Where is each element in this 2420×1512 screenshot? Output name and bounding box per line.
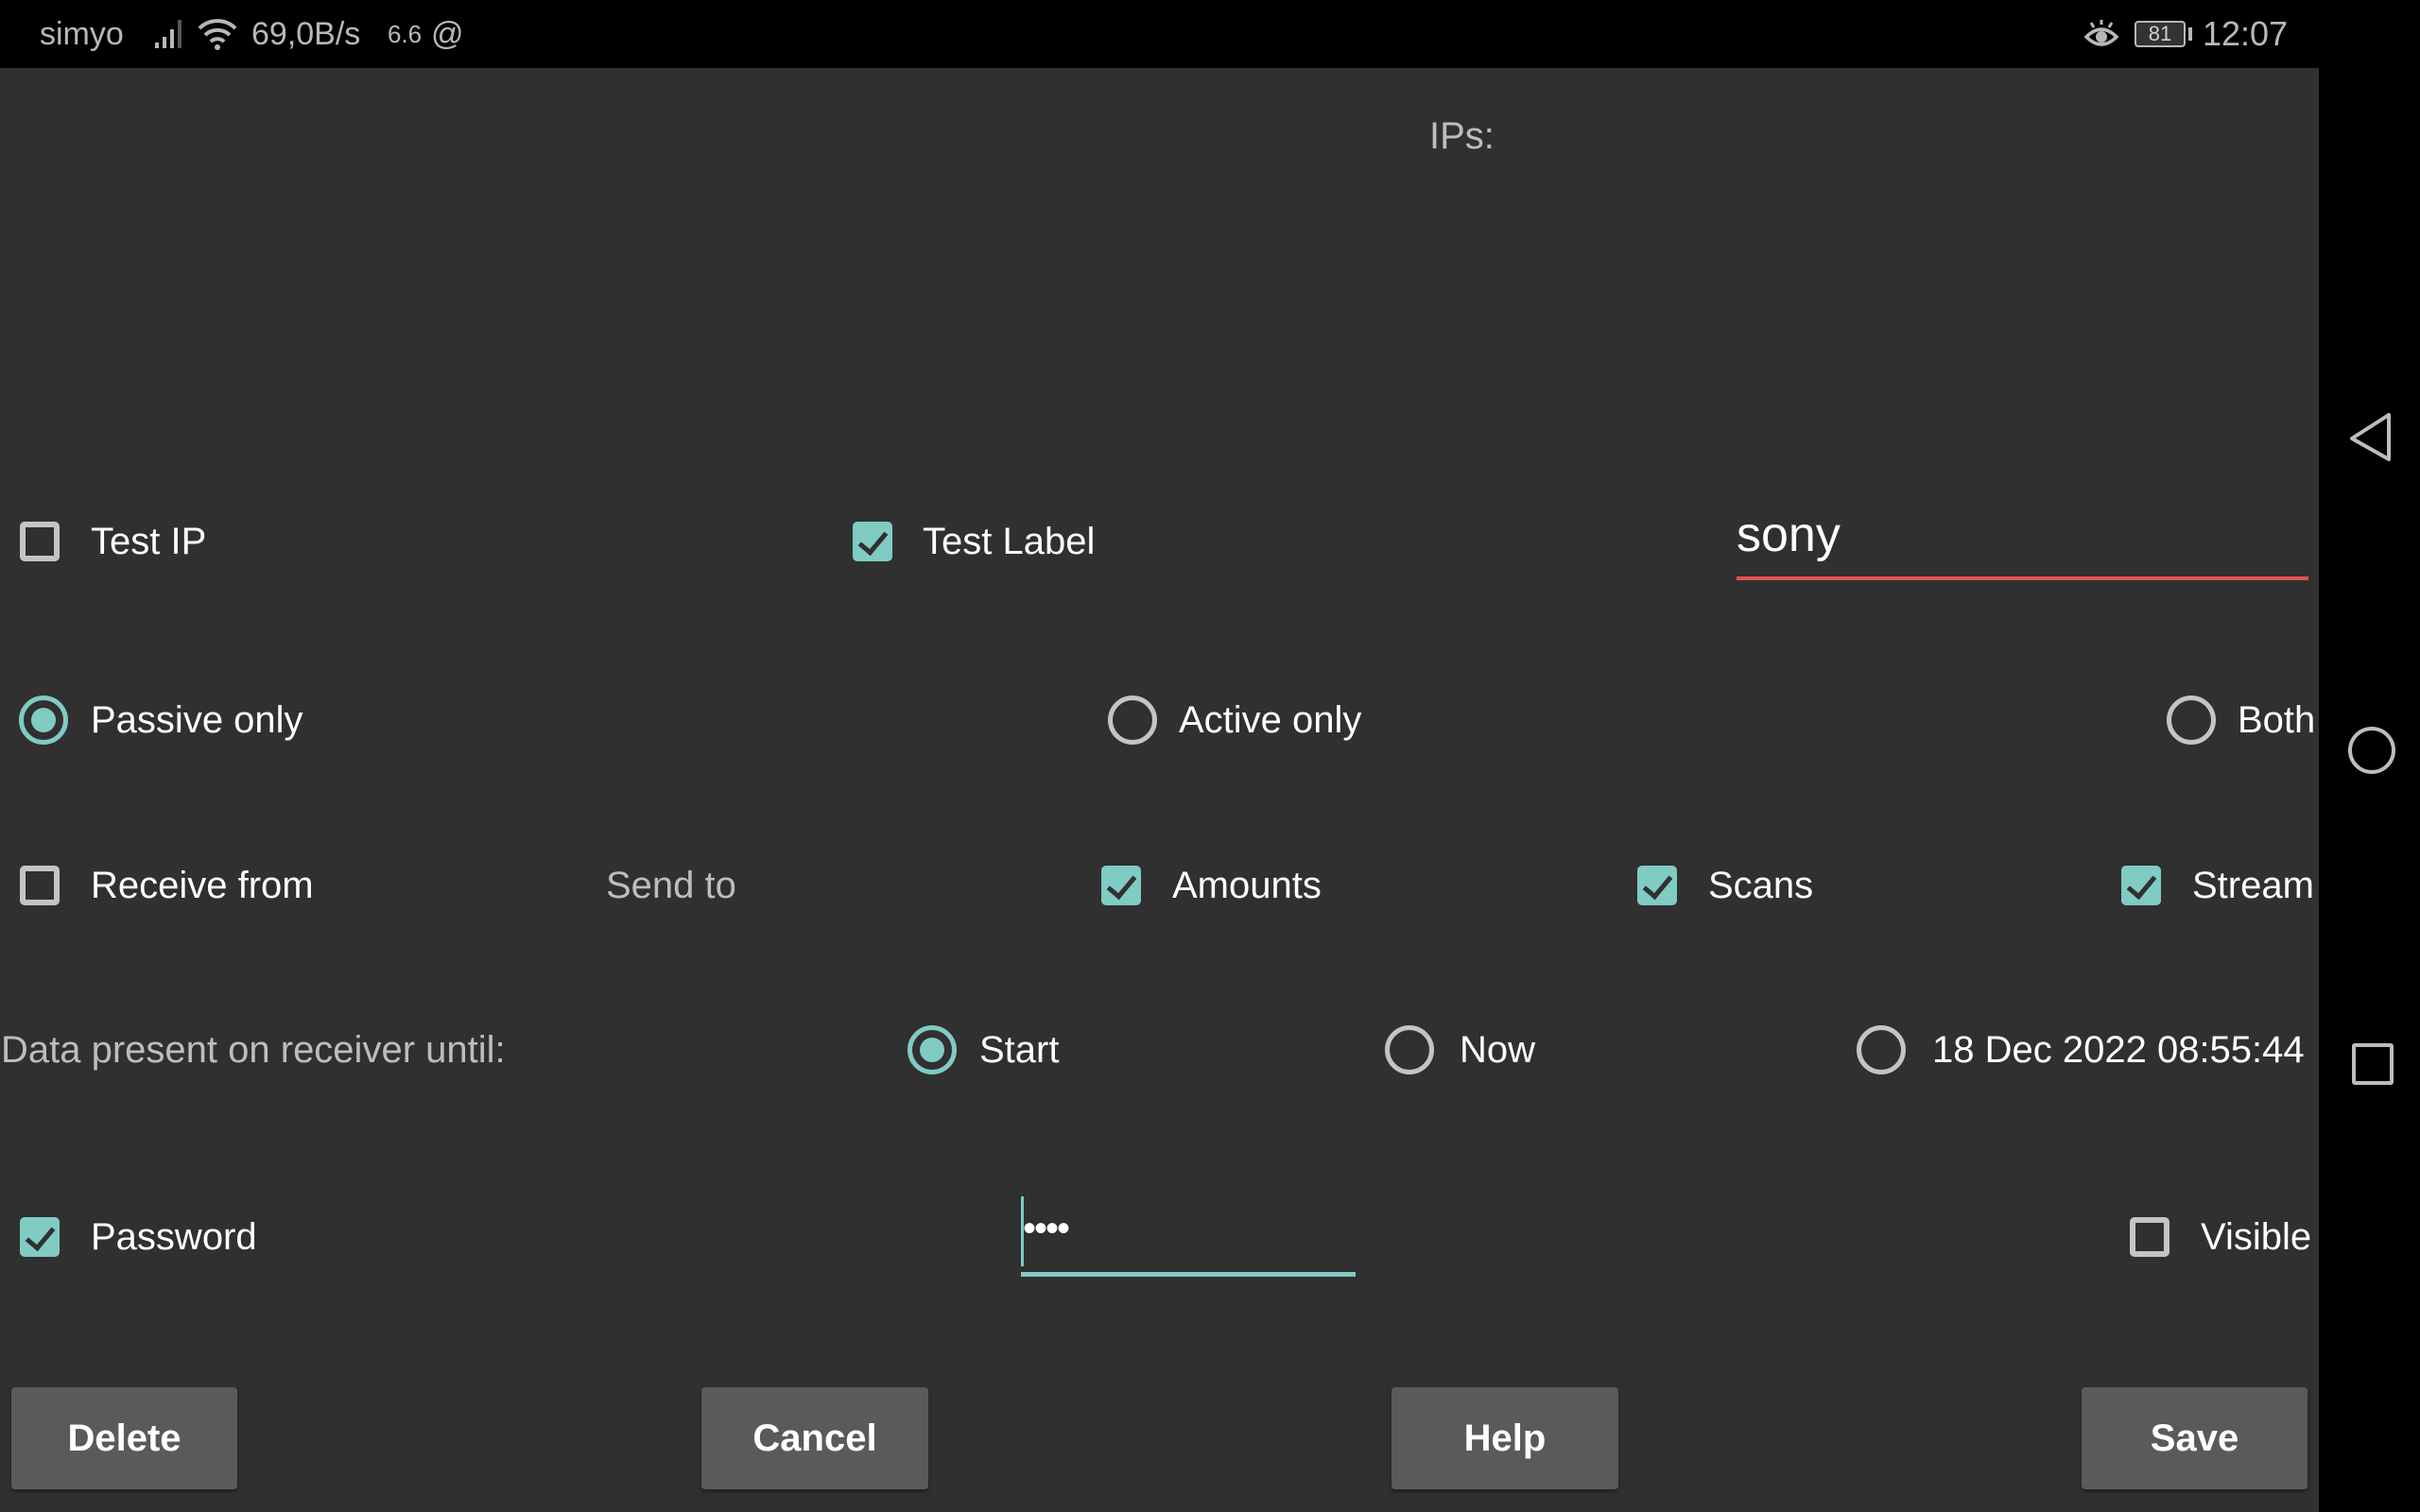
radio-active-only-label: Active only (1179, 699, 1362, 741)
at-icon: @ (431, 15, 464, 52)
radio-start-label: Start (979, 1029, 1060, 1071)
checkbox-checked-icon (20, 1217, 60, 1257)
radio-selected-icon (908, 1025, 957, 1074)
radio-now[interactable]: Now (1365, 1007, 1649, 1092)
test-ip-checkbox[interactable]: Test IP (0, 499, 378, 584)
checkbox-unchecked-icon (20, 866, 60, 905)
radio-unselected-icon (1108, 696, 1157, 745)
delete-button[interactable]: Delete (11, 1387, 237, 1489)
visible-checkbox[interactable]: Visible (2108, 1194, 2319, 1280)
label-input[interactable]: sony (1737, 495, 2308, 580)
net-speed: 69,0B/s (251, 15, 361, 52)
radio-passive-only[interactable]: Passive only (0, 678, 378, 763)
test-ip-label: Test IP (91, 521, 207, 562)
test-label-label: Test Label (923, 521, 1096, 562)
radio-unselected-icon (1385, 1025, 1434, 1074)
receive-from-checkbox[interactable]: Receive from (0, 843, 378, 928)
save-button[interactable]: Save (2082, 1387, 2308, 1489)
stream-checkbox[interactable]: Stream (2100, 843, 2319, 928)
send-to-label: Send to (606, 865, 736, 906)
test-label-checkbox[interactable]: Test Label (832, 499, 1210, 584)
radio-date[interactable]: 18 Dec 2022 08:55:44 (1836, 1007, 2319, 1092)
eye-icon (2083, 0, 2119, 68)
wifi-icon (197, 0, 238, 68)
radio-start[interactable]: Start (889, 1007, 1172, 1092)
back-icon[interactable] (2347, 410, 2394, 467)
radio-passive-only-label: Passive only (91, 699, 303, 741)
radio-selected-icon (19, 696, 68, 745)
checkbox-unchecked-icon (20, 522, 60, 561)
scans-checkbox[interactable]: Scans (1616, 843, 1995, 928)
scans-label: Scans (1708, 865, 1814, 906)
password-input[interactable]: •••• (1021, 1193, 1356, 1277)
clock: 12:07 (2203, 14, 2289, 53)
radio-unselected-icon (1857, 1025, 1906, 1074)
checkbox-checked-icon (853, 522, 892, 561)
radio-active-only[interactable]: Active only (1087, 678, 1465, 763)
password-value: •••• (1023, 1208, 1070, 1249)
radio-now-label: Now (1460, 1029, 1536, 1071)
visible-label: Visible (2201, 1216, 2312, 1258)
battery-icon: 81 (2135, 0, 2192, 68)
password-label: Password (91, 1216, 257, 1258)
amounts-label: Amounts (1172, 865, 1322, 906)
radio-both-label: Both (2238, 699, 2316, 741)
edit-receiver-form: IPs: Test IP Test Label sony Passive onl… (0, 68, 2319, 1512)
cancel-button[interactable]: Cancel (701, 1387, 928, 1489)
help-button[interactable]: Help (1392, 1387, 1618, 1489)
label-input-value: sony (1737, 507, 1841, 562)
signal-icon (153, 0, 187, 68)
carrier-name: simyo (40, 15, 124, 52)
receive-from-label: Receive from (91, 865, 314, 906)
radio-both[interactable]: Both (2146, 678, 2319, 763)
password-checkbox[interactable]: Password (0, 1194, 378, 1280)
recents-icon[interactable] (2352, 1043, 2394, 1085)
checkbox-unchecked-icon (2130, 1217, 2169, 1257)
checkbox-checked-icon (2121, 866, 2161, 905)
radio-unselected-icon (2167, 696, 2216, 745)
checkbox-checked-icon (1101, 866, 1141, 905)
checkbox-checked-icon (1637, 866, 1677, 905)
home-icon[interactable] (2348, 727, 2395, 774)
data-until-label: Data present on receiver until: (1, 1029, 506, 1071)
radio-date-label: 18 Dec 2022 08:55:44 (1932, 1029, 2305, 1071)
status-bar: simyo 69,0B/s 6.6 @ 81 12:07 (0, 0, 2420, 68)
stream-label: Stream (2192, 865, 2314, 906)
ips-label: IPs: (1429, 115, 1495, 157)
battery-level: 81 (2135, 21, 2186, 47)
network-type: 6.6 (388, 19, 423, 48)
amounts-checkbox[interactable]: Amounts (1078, 843, 1456, 928)
navigation-bar (2319, 68, 2420, 1512)
